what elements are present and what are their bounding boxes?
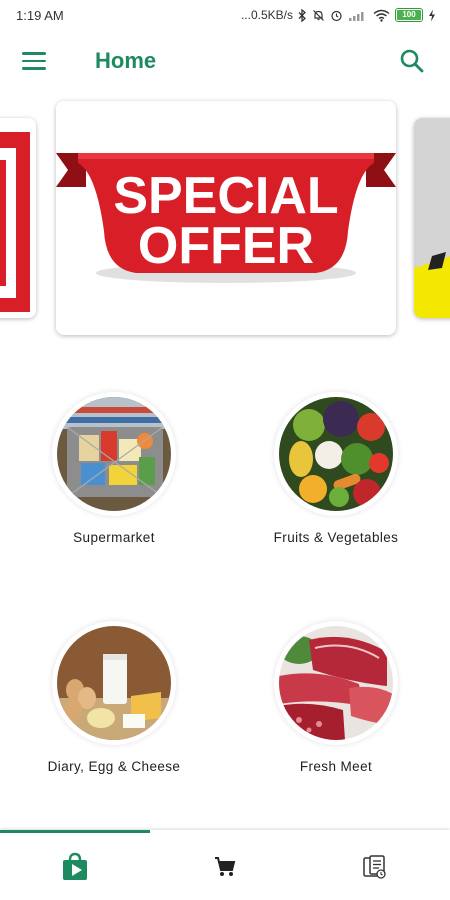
category-label: Fruits & Vegetables [273, 530, 399, 545]
orders-icon [363, 854, 386, 879]
status-icons: ...0.5KB/s 100 [241, 8, 436, 22]
battery-icon: 100 [395, 8, 423, 22]
status-time: 1:19 AM [16, 7, 64, 23]
fresh-meat-image [274, 621, 398, 745]
bell-off-icon [313, 9, 324, 21]
nav-tab-cart[interactable] [150, 833, 300, 900]
charging-icon [429, 9, 435, 21]
wifi-icon [373, 9, 390, 22]
carousel-card-next[interactable] [414, 118, 450, 318]
next-offer-image [414, 118, 450, 318]
shopping-bag-icon [63, 852, 87, 880]
previous-offer-image [0, 118, 36, 318]
banner-line-2: OFFER [138, 217, 314, 275]
app-bar: Home [0, 30, 450, 92]
fruits-vegetables-image [274, 392, 398, 516]
network-speed: ...0.5KB/s [240, 8, 293, 22]
offer-carousel[interactable]: SPECIAL OFFER [0, 98, 450, 343]
alarm-icon [331, 10, 342, 21]
bluetooth-icon [298, 8, 306, 22]
status-bar: 1:19 AM ...0.5KB/s 100 [0, 0, 450, 30]
bottom-navigation [0, 830, 450, 900]
category-label: Diary, Egg & Cheese [47, 759, 181, 774]
nav-tab-orders[interactable] [300, 833, 450, 900]
special-offer-banner: SPECIAL OFFER [56, 101, 396, 335]
carousel-card-special-offer[interactable]: SPECIAL OFFER [56, 101, 396, 335]
dairy-egg-cheese-image [52, 621, 176, 745]
search-icon[interactable] [398, 47, 426, 75]
category-label: Fresh Meet [299, 759, 373, 774]
category-supermarket[interactable]: Supermarket [14, 392, 214, 545]
carousel-card-previous[interactable] [0, 118, 36, 318]
category-label: Supermarket [73, 530, 155, 545]
menu-icon[interactable] [20, 48, 48, 74]
battery-level: 100 [397, 10, 421, 20]
category-fresh-meat[interactable]: Fresh Meet [236, 621, 436, 774]
category-dairy-egg-cheese[interactable]: Diary, Egg & Cheese [14, 621, 214, 774]
cart-icon [215, 856, 236, 876]
category-fruits-vegetables[interactable]: Fruits & Vegetables [236, 392, 436, 545]
nav-tab-shop[interactable] [0, 833, 150, 900]
signal-icon [349, 11, 364, 21]
supermarket-image [52, 392, 176, 516]
page-title: Home [95, 48, 157, 73]
